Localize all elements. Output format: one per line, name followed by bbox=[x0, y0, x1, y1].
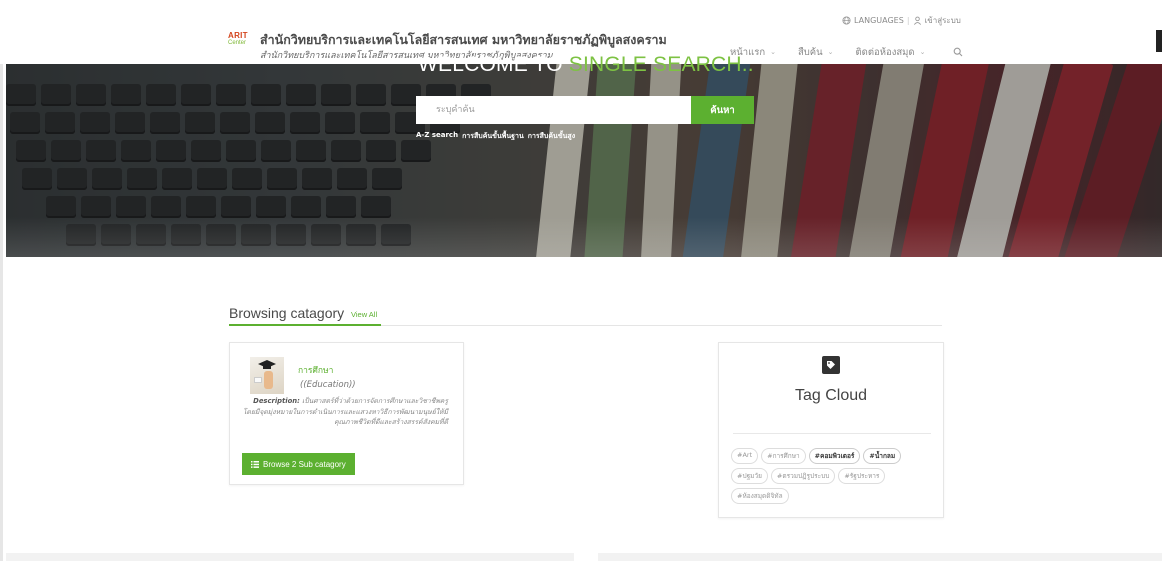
nav-item-label: ติดต่อห้องสมุด bbox=[855, 46, 915, 58]
tag-reform[interactable]: #ตรวมปฏิรูประบบ bbox=[770, 468, 836, 484]
logo-subtext: Center bbox=[228, 40, 247, 46]
globe-icon bbox=[842, 16, 851, 25]
nav-search-button[interactable] bbox=[947, 42, 969, 62]
tag-coup[interactable]: #รัฐประหาร bbox=[838, 468, 886, 484]
view-all-link[interactable]: View All bbox=[351, 310, 377, 319]
nav-item-search[interactable]: สืบค้น ⌄ bbox=[798, 45, 834, 60]
hand-graphic bbox=[264, 371, 273, 389]
tag-cloud-panel: Tag Cloud #Art #การศึกษา #คอมพิวเตอร์ #น… bbox=[718, 342, 944, 518]
tag-early-childhood[interactable]: #ปฐมวัย bbox=[731, 468, 768, 484]
nav-item-contact[interactable]: ติดต่อห้องสมุด ⌄ bbox=[856, 45, 926, 60]
headline-accent: SINGLE SEARCH.. bbox=[568, 53, 754, 76]
chevron-down-icon: ⌄ bbox=[770, 48, 776, 56]
category-card: การศึกษา ((Education)) Description: เป็น… bbox=[229, 342, 464, 485]
scroll-edge bbox=[1156, 30, 1162, 52]
main-nav: หน้าแรก ⌄ สืบค้น ⌄ ติดต่อห้องสมุด ⌄ bbox=[730, 42, 969, 62]
section-divider-accent bbox=[229, 324, 381, 326]
hero-headline: WELCOME TO SINGLE SEARCH.. bbox=[418, 53, 754, 77]
category-thumbnail[interactable] bbox=[250, 357, 284, 394]
tag-education[interactable]: #การศึกษา bbox=[761, 448, 806, 464]
category-name[interactable]: การศึกษา bbox=[298, 363, 333, 377]
tag-icon bbox=[822, 356, 840, 374]
search-icon bbox=[954, 47, 963, 57]
description-label: Description: bbox=[253, 397, 300, 405]
search-links: A-Z search การสืบค้นขั้นพื้นฐาน การสืบค้… bbox=[416, 131, 575, 142]
advanced-search-link[interactable]: การสืบค้นขั้นสูง bbox=[528, 131, 575, 142]
hero-fade bbox=[6, 217, 1162, 257]
languages-link[interactable]: LANGUAGES bbox=[854, 16, 904, 25]
basic-search-link[interactable]: การสืบค้นขั้นพื้นฐาน bbox=[462, 131, 524, 142]
az-search-link[interactable]: A-Z search bbox=[416, 131, 458, 142]
search-button[interactable]: ค้นหา bbox=[691, 96, 754, 124]
search-input[interactable] bbox=[416, 96, 691, 124]
category-english-name: ((Education)) bbox=[300, 380, 356, 390]
site-title[interactable]: สำนักวิทยบริการและเทคโนโลยีสารสนเทศ มหาว… bbox=[260, 30, 667, 50]
login-link[interactable]: เข้าสู่ระบบ bbox=[925, 14, 961, 27]
tag-computer[interactable]: #คอมพิวเตอร์ bbox=[808, 448, 861, 464]
tag-hot-2[interactable]: #น้ำกลม bbox=[863, 448, 902, 464]
browse-button-label: Browse 2 Sub catagory bbox=[263, 459, 346, 469]
category-description: Description: เป็นศาสตร์ที่ว่าด้วยการจัดก… bbox=[242, 396, 448, 428]
graduation-cap-icon bbox=[258, 360, 276, 369]
user-icon bbox=[913, 16, 921, 25]
logo-text: ARIT bbox=[228, 31, 248, 40]
footer-panel-left bbox=[6, 553, 574, 561]
tag-cloud-title: Tag Cloud bbox=[794, 387, 868, 404]
chevron-down-icon: ⌄ bbox=[919, 48, 926, 56]
separator: | bbox=[906, 16, 910, 25]
headline-prefix: WELCOME TO bbox=[418, 53, 569, 76]
tag-digital-library[interactable]: #ห้องสมุดดิจิทัล bbox=[731, 488, 789, 504]
page: ARIT Center สำนักวิทยบริการและเทคโนโลยีส… bbox=[0, 0, 1162, 561]
hero-banner bbox=[6, 64, 1162, 257]
utility-bar: LANGUAGES | เข้าสู่ระบบ bbox=[842, 14, 961, 27]
diploma-graphic bbox=[254, 377, 262, 383]
footer-panel-right bbox=[598, 553, 1162, 561]
tag-cloud-divider bbox=[733, 433, 931, 434]
section-title: Browsing catagory bbox=[229, 305, 345, 321]
tag-art[interactable]: #Art bbox=[731, 448, 759, 464]
tag-list: #Art #การศึกษา #คอมพิวเตอร์ #น้ำกลม #ปฐม… bbox=[731, 448, 936, 504]
list-icon bbox=[251, 460, 259, 468]
browse-subcategory-button[interactable]: Browse 2 Sub catagory bbox=[242, 453, 355, 475]
nav-item-label: สืบค้น bbox=[797, 46, 823, 58]
arit-logo[interactable]: ARIT Center bbox=[228, 31, 256, 49]
window-border bbox=[0, 0, 3, 561]
chevron-down-icon: ⌄ bbox=[827, 48, 834, 56]
